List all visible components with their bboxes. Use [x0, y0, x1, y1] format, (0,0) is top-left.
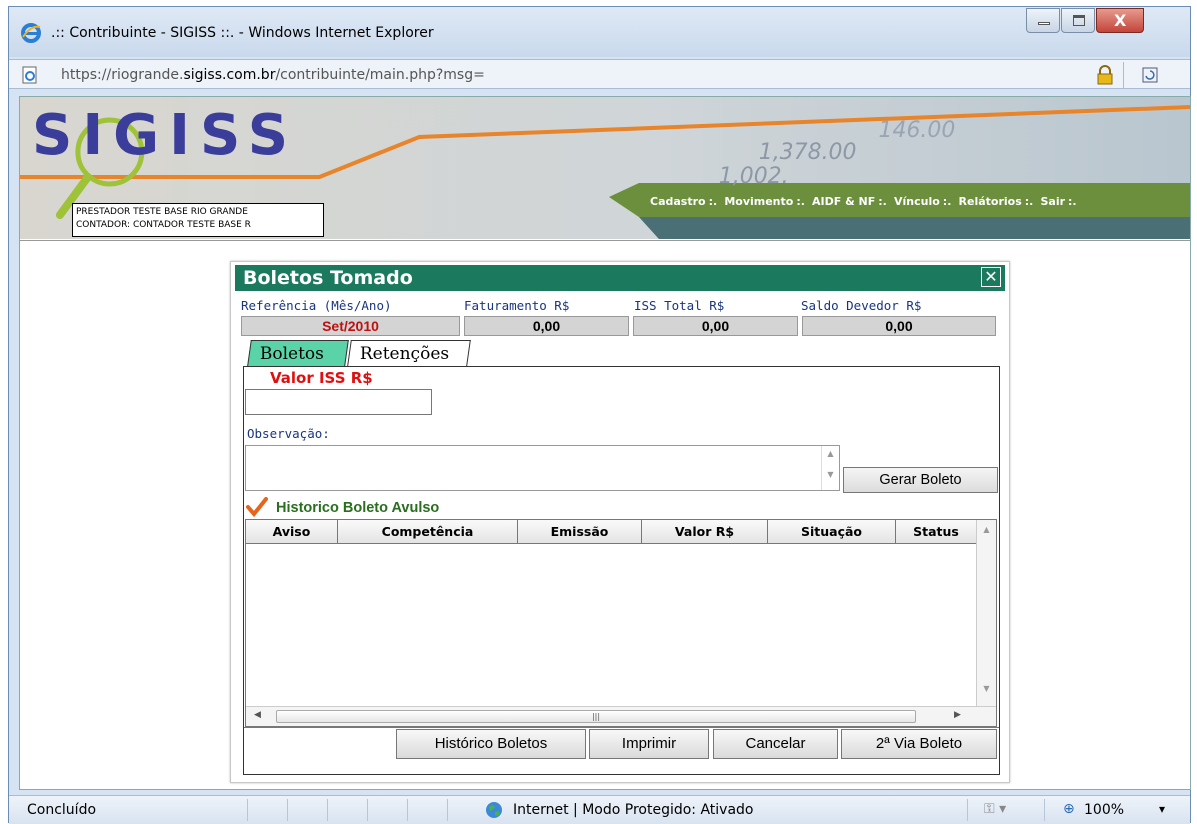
window-title: .:: Contribuinte - SIGISS ::. - Windows … — [51, 25, 434, 41]
boletos-panel: Valor ISS R$ Observação: ▲ ▼ Gerar Bolet… — [243, 366, 1000, 775]
valor-iss-label: Valor ISS R$ — [270, 369, 373, 387]
faturamento-value: 0,00 — [464, 316, 629, 336]
check-icon — [246, 497, 268, 517]
contador-text: CONTADOR: CONTADOR TESTE BASE R — [76, 220, 251, 230]
title-bar: .:: Contribuinte - SIGISS ::. - Windows … — [9, 7, 1190, 57]
col-status[interactable]: Status — [896, 520, 976, 543]
grid-header: Aviso Competência Emissão Valor R$ Situa… — [246, 520, 976, 544]
historico-title: Historico Boleto Avulso — [276, 500, 440, 516]
observacao-scrollbar[interactable]: ▲ ▼ — [821, 446, 839, 490]
valor-iss-input[interactable] — [245, 389, 432, 415]
scroll-thumb[interactable]: ||| — [276, 710, 916, 723]
col-emissao[interactable]: Emissão — [518, 520, 642, 543]
menu-vinculo[interactable]: Vínculo — [894, 195, 940, 208]
lock-icon[interactable] — [1096, 65, 1114, 85]
top-menu: Cadastro:. Movimento:. AIDF & NF:. Víncu… — [650, 195, 1077, 208]
url-text[interactable]: https://riogrande.sigiss.com.br/contribu… — [61, 67, 485, 83]
zoom-dropdown-icon[interactable]: ▾ — [1159, 802, 1165, 816]
prestador-text: PRESTADOR TESTE BASE RIO GRANDE — [76, 207, 248, 217]
dialog-title: Boletos Tomado — [243, 267, 413, 289]
maximize-button[interactable] — [1061, 8, 1095, 33]
col-aviso[interactable]: Aviso — [246, 520, 338, 543]
header-banner: 1,378.00 146.00 1,002. SIGISS PRESTADOR … — [20, 97, 1190, 239]
menu-relatorios[interactable]: Relátorios — [959, 195, 1022, 208]
close-button[interactable]: X — [1096, 8, 1144, 33]
svg-text:1,378.00: 1,378.00 — [759, 140, 857, 165]
page-content: 1,378.00 146.00 1,002. SIGISS PRESTADOR … — [19, 96, 1191, 790]
zoom-icon[interactable]: ⊕ — [1063, 801, 1075, 817]
ie-logo-icon — [21, 23, 41, 43]
user-info-box: PRESTADOR TESTE BASE RIO GRANDE CONTADOR… — [72, 203, 324, 237]
gerar-boleto-button[interactable]: Gerar Boleto — [843, 467, 998, 493]
saldo-devedor-value: 0,00 — [802, 316, 996, 336]
menu-cadastro[interactable]: Cadastro — [650, 195, 706, 208]
observacao-textarea[interactable]: ▲ ▼ — [245, 445, 840, 491]
grid-vertical-scrollbar[interactable]: ▲ ▼ — [976, 520, 996, 708]
status-text: Concluído — [27, 802, 97, 818]
referencia-label: Referência (Mês/Ano) — [241, 298, 392, 313]
globe-icon — [486, 802, 502, 818]
boletos-dialog: Boletos Tomado ✕ Referência (Mês/Ano) Fa… — [230, 261, 1010, 783]
saldo-devedor-label: Saldo Devedor R$ — [801, 298, 922, 313]
refresh-icon[interactable] — [1141, 66, 1159, 84]
menu-movimento[interactable]: Movimento — [724, 195, 793, 208]
browser-window: .:: Contribuinte - SIGISS ::. - Windows … — [8, 6, 1191, 824]
zoom-level[interactable]: 100% — [1084, 802, 1124, 818]
menu-aidf-nf[interactable]: AIDF & NF — [812, 195, 875, 208]
historico-boletos-button[interactable]: Histórico Boletos — [396, 729, 586, 759]
cancelar-button[interactable]: Cancelar — [713, 729, 838, 759]
referencia-value: Set/2010 — [241, 316, 460, 336]
segunda-via-button[interactable]: 2ª Via Boleto — [841, 729, 997, 759]
dialog-title-bar[interactable]: Boletos Tomado ✕ — [235, 265, 1005, 291]
col-competencia[interactable]: Competência — [338, 520, 518, 543]
historico-grid: Aviso Competência Emissão Valor R$ Situa… — [245, 519, 997, 727]
imprimir-button[interactable]: Imprimir — [589, 729, 709, 759]
observacao-label: Observação: — [247, 426, 330, 441]
status-bar: Concluído Internet | Modo Protegido: Ati… — [9, 795, 1190, 824]
tab-retencoes[interactable]: Retenções — [347, 340, 471, 366]
dialog-close-icon[interactable]: ✕ — [981, 267, 1001, 287]
faturamento-label: Faturamento R$ — [464, 298, 570, 313]
page-icon — [22, 66, 37, 84]
minimize-button[interactable] — [1026, 8, 1060, 33]
sigiss-logo: SIGISS — [32, 103, 299, 168]
svg-text:1,002.: 1,002. — [719, 164, 789, 189]
col-valor[interactable]: Valor R$ — [642, 520, 768, 543]
security-zone-text: Internet | Modo Protegido: Ativado — [513, 802, 754, 818]
menu-sair[interactable]: Sair — [1040, 195, 1065, 208]
tab-boletos[interactable]: Boletos — [247, 340, 349, 366]
svg-text:146.00: 146.00 — [879, 118, 956, 143]
iss-total-label: ISS Total R$ — [634, 298, 725, 313]
iss-total-value: 0,00 — [633, 316, 798, 336]
grid-horizontal-scrollbar[interactable]: ◀ ||| ▶ — [246, 706, 996, 726]
protected-mode-icon[interactable]: ⚿ ▾ — [984, 801, 1006, 817]
address-bar[interactable]: https://riogrande.sigiss.com.br/contribu… — [9, 59, 1190, 89]
col-situacao[interactable]: Situação — [768, 520, 896, 543]
